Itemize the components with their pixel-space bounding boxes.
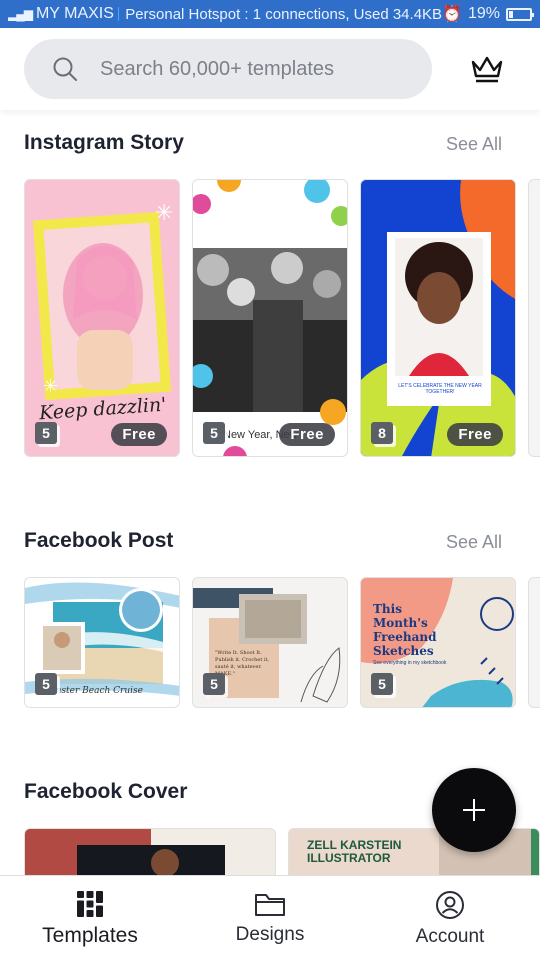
search-header	[0, 28, 540, 110]
nav-label: Templates	[42, 924, 138, 947]
nav-label: Designs	[235, 924, 305, 945]
svg-text:✳: ✳	[155, 200, 173, 225]
page-count-badge: 5	[203, 422, 225, 444]
template-preview	[193, 180, 347, 456]
bottom-navigation: Templates Designs Account	[0, 875, 540, 960]
page-count-badge: 8	[371, 422, 393, 444]
template-card-partial[interactable]	[528, 577, 540, 708]
page-count-badge: 5	[203, 673, 225, 695]
crown-icon[interactable]	[470, 54, 504, 84]
status-bar: ▂▄▆ MY MAXIS Personal Hotspot : 1 connec…	[0, 0, 540, 28]
template-preview	[361, 180, 515, 456]
search-bar[interactable]	[24, 39, 432, 99]
battery-icon	[506, 7, 534, 21]
status-right: ⏰ 19%	[442, 4, 534, 24]
status-left: ▂▄▆ MY MAXIS Personal Hotspot : 1 connec…	[8, 5, 442, 23]
nav-label: Account	[415, 926, 485, 947]
battery-percent: 19%	[467, 5, 500, 22]
create-design-button[interactable]	[432, 768, 516, 852]
alarm-icon: ⏰	[442, 6, 462, 23]
hotspot-status: Personal Hotspot : 1 connections, Used 3…	[125, 5, 443, 23]
nav-tab-designs[interactable]: Designs	[180, 876, 360, 960]
plus-icon	[463, 799, 485, 821]
template-card-new-year[interactable]: New Year, New 5 Free	[192, 179, 348, 457]
page-count-badge: 5	[35, 422, 57, 444]
templates-grid-icon	[77, 891, 103, 917]
page-count-badge: 5	[35, 673, 57, 695]
svg-text:✳: ✳	[43, 376, 58, 396]
account-circle-icon	[436, 891, 464, 919]
page-count-badge: 5	[371, 673, 393, 695]
signal-icon: ▂▄▆	[8, 7, 33, 21]
nav-tab-account[interactable]: Account	[360, 876, 540, 960]
folder-icon	[255, 894, 285, 916]
template-card-partial[interactable]	[528, 179, 540, 457]
section-title-instagram-story: Instagram Story	[24, 131, 184, 154]
search-icon	[53, 57, 77, 81]
nav-tab-templates[interactable]: Templates	[0, 876, 180, 960]
section-title-facebook-post: Facebook Post	[24, 529, 174, 552]
card-caption: LET'S CELEBRATE THE NEW YEAR TOGETHER!	[398, 383, 482, 395]
template-card-freehand-sketches[interactable]: This Month's Freehand Sketches See every…	[360, 577, 516, 708]
card-caption: This Month's Freehand Sketches	[373, 602, 437, 658]
search-input[interactable]	[100, 57, 400, 81]
carrier-name: MY MAXIS	[35, 5, 114, 22]
see-all-facebook-post[interactable]: See All	[446, 532, 502, 553]
template-card-keep-dazzlin[interactable]: ✳ ✳ Keep dazzlin' 5 Free	[24, 179, 180, 457]
section-title-facebook-cover: Facebook Cover	[24, 780, 188, 803]
card-caption: ZELL KARSTEIN ILLUSTRATOR	[307, 838, 402, 865]
free-badge: Free	[279, 423, 335, 446]
free-badge: Free	[111, 423, 167, 446]
see-all-instagram-story[interactable]: See All	[446, 134, 502, 155]
app-screen: ▂▄▆ MY MAXIS Personal Hotspot : 1 connec…	[0, 0, 540, 960]
template-card-write-it[interactable]: "Write It. Shoot It. Publish it. Crochet…	[192, 577, 348, 708]
template-card-celebrate-new-year[interactable]: LET'S CELEBRATE THE NEW YEAR TOGETHER! 8…	[360, 179, 516, 457]
template-card-beach-cruise[interactable]: Monster Beach Cruise 5	[24, 577, 180, 708]
card-subcaption: See everything in my sketchbook	[373, 660, 447, 666]
free-badge: Free	[447, 423, 503, 446]
